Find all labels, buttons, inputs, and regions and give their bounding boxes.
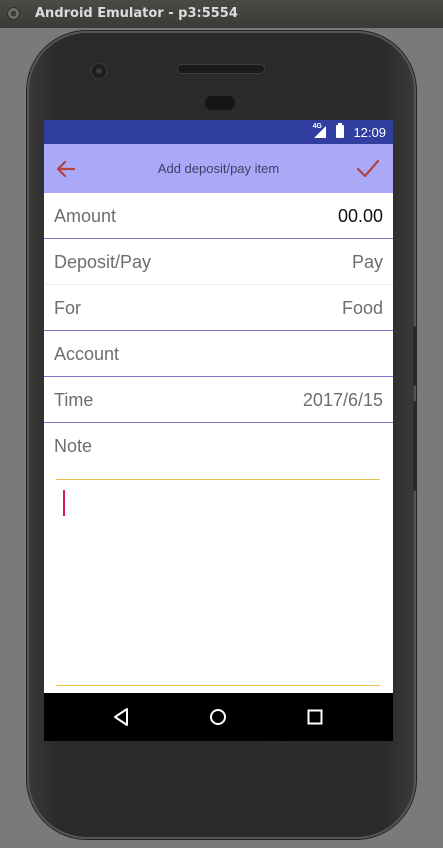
front-camera-icon (90, 62, 108, 80)
device-screen: 4G 12:09 Add deposit/pay item Amount 00.… (44, 120, 393, 741)
earpiece-speaker (177, 64, 265, 74)
account-label: Account (54, 344, 120, 364)
time-row[interactable]: Time 2017/6/15 (44, 377, 393, 423)
for-value[interactable]: Food (342, 298, 383, 319)
deposit-pay-value[interactable]: Pay (352, 252, 383, 273)
check-icon[interactable] (355, 156, 381, 182)
note-row: Note (44, 423, 393, 469)
proximity-sensor (205, 96, 235, 110)
arrow-left-icon[interactable] (54, 157, 78, 181)
navigation-bar (44, 693, 393, 741)
amount-row[interactable]: Amount 00.00 (44, 193, 393, 239)
for-row[interactable]: For Food (44, 285, 393, 331)
note-label: Note (54, 436, 93, 456)
deposit-pay-label: Deposit/Pay (54, 252, 152, 272)
text-cursor (63, 490, 65, 516)
page-title: Add deposit/pay item (157, 161, 280, 176)
status-clock: 12:09 (353, 125, 386, 140)
window-close-button[interactable] (7, 7, 20, 20)
amount-input[interactable]: 00.00 (338, 206, 383, 227)
signal-icon (314, 126, 326, 138)
status-bar: 4G 12:09 (44, 120, 393, 144)
time-label: Time (54, 390, 94, 410)
window-title: Android Emulator - p3:5554 (35, 6, 238, 21)
amount-label: Amount (54, 206, 117, 226)
power-key[interactable] (413, 326, 417, 386)
triangle-back-icon[interactable] (110, 705, 134, 729)
app-toolbar: Add deposit/pay item (44, 144, 393, 193)
volume-keys[interactable] (413, 401, 417, 491)
deposit-pay-row[interactable]: Deposit/Pay Pay (44, 239, 393, 285)
circle-home-icon[interactable] (206, 705, 230, 729)
for-label: For (54, 298, 81, 318)
emulator-title-bar: Android Emulator - p3:5554 (0, 0, 443, 28)
battery-icon (336, 123, 344, 138)
account-row[interactable]: Account (44, 331, 393, 377)
time-value[interactable]: 2017/6/15 (303, 390, 383, 411)
note-textarea[interactable] (56, 479, 380, 686)
square-recents-icon[interactable] (303, 705, 327, 729)
